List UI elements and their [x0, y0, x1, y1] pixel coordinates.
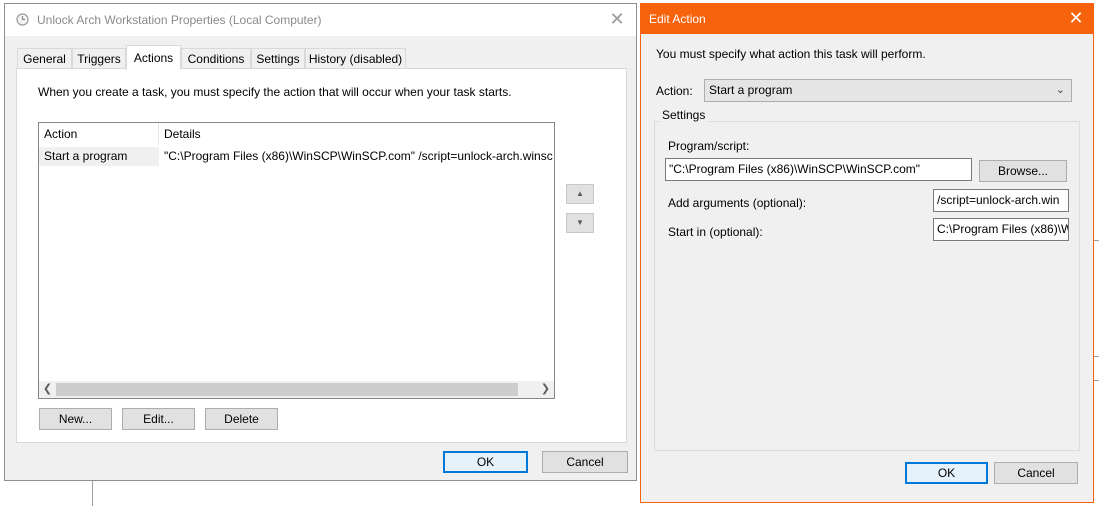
- actions-tab-panel: When you create a task, you must specify…: [16, 68, 627, 443]
- close-button[interactable]: ✕: [606, 8, 628, 30]
- settings-group-title: Settings: [659, 108, 709, 122]
- column-header-action[interactable]: Action: [39, 123, 159, 145]
- edit-button[interactable]: Edit...: [122, 408, 195, 430]
- program-script-input[interactable]: "C:\Program Files (x86)\WinSCP\WinSCP.co…: [665, 158, 972, 181]
- tab-triggers[interactable]: Triggers: [72, 48, 126, 68]
- dialog-title-bar: Edit Action ✕: [641, 4, 1093, 34]
- tab-history[interactable]: History (disabled): [305, 48, 406, 68]
- ok-button[interactable]: OK: [443, 451, 528, 473]
- task-properties-window: Unlock Arch Workstation Properties (Loca…: [4, 3, 637, 481]
- add-arguments-input[interactable]: /script=unlock-arch.win: [933, 189, 1069, 212]
- column-header-details[interactable]: Details: [159, 123, 554, 145]
- triangle-up-icon: ▲: [576, 189, 584, 198]
- add-arguments-label: Add arguments (optional):: [668, 196, 807, 210]
- scroll-left-icon[interactable]: ❮: [39, 381, 56, 398]
- tab-actions[interactable]: Actions: [126, 45, 181, 70]
- cancel-button[interactable]: Cancel: [994, 462, 1078, 484]
- move-up-button[interactable]: ▲: [566, 184, 594, 204]
- tab-general[interactable]: General: [17, 48, 72, 68]
- background-divider: [1094, 240, 1099, 241]
- action-cell: Start a program: [39, 147, 159, 166]
- tab-settings[interactable]: Settings: [251, 48, 305, 68]
- triangle-down-icon: ▼: [576, 218, 584, 227]
- scroll-right-icon[interactable]: ❯: [537, 381, 554, 398]
- chevron-down-icon: ⌄: [1055, 84, 1065, 96]
- move-down-button[interactable]: ▼: [566, 213, 594, 233]
- list-header: Action Details: [39, 123, 554, 145]
- clock-icon: [16, 13, 29, 29]
- action-select[interactable]: Start a program ⌄: [704, 79, 1072, 102]
- start-in-label: Start in (optional):: [668, 225, 763, 239]
- instruction-text: When you create a task, you must specify…: [38, 85, 512, 99]
- dialog-title: Edit Action: [649, 12, 706, 26]
- close-button[interactable]: ✕: [1065, 7, 1087, 29]
- background-divider: [92, 481, 93, 506]
- scroll-thumb[interactable]: [56, 383, 518, 396]
- horizontal-scrollbar[interactable]: ❮ ❯: [39, 381, 554, 398]
- ok-button[interactable]: OK: [905, 462, 988, 484]
- start-in-input[interactable]: C:\Program Files (x86)\W: [933, 218, 1069, 241]
- program-script-label: Program/script:: [668, 139, 750, 153]
- background-divider: [1094, 356, 1099, 357]
- background-divider: [1094, 380, 1099, 381]
- title-bar: Unlock Arch Workstation Properties (Loca…: [5, 4, 636, 36]
- dialog-prompt: You must specify what action this task w…: [656, 47, 926, 61]
- action-label: Action:: [656, 84, 693, 98]
- action-select-value: Start a program: [709, 83, 793, 97]
- browse-button[interactable]: Browse...: [979, 160, 1067, 182]
- tab-conditions[interactable]: Conditions: [181, 48, 251, 68]
- details-cell: "C:\Program Files (x86)\WinSCP\WinSCP.co…: [164, 149, 553, 163]
- delete-button[interactable]: Delete: [205, 408, 278, 430]
- cancel-button[interactable]: Cancel: [542, 451, 628, 473]
- new-button[interactable]: New...: [39, 408, 112, 430]
- edit-action-dialog: Edit Action ✕ You must specify what acti…: [640, 3, 1094, 503]
- list-item[interactable]: Start a program "C:\Program Files (x86)\…: [39, 147, 554, 166]
- window-title: Unlock Arch Workstation Properties (Loca…: [37, 13, 322, 27]
- actions-list[interactable]: Action Details Start a program "C:\Progr…: [38, 122, 555, 399]
